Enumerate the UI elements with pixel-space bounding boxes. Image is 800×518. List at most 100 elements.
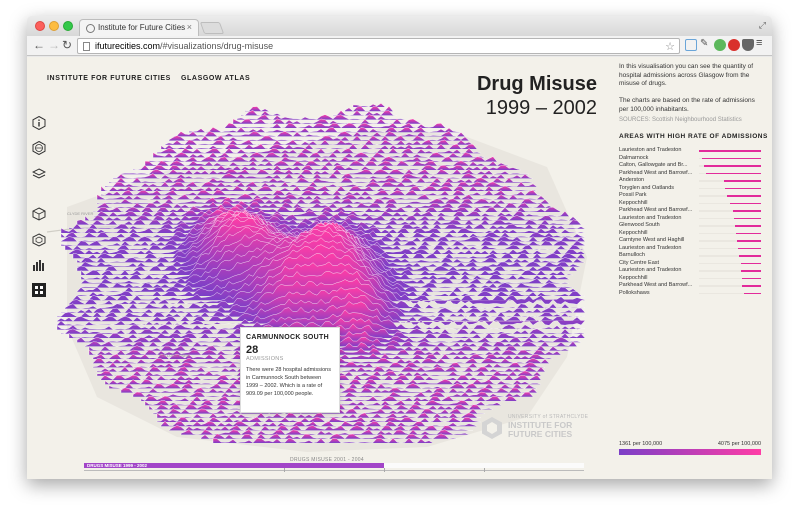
cube-icon[interactable] — [32, 207, 46, 221]
timeline-tick — [284, 468, 285, 472]
area-rate-bar — [706, 172, 761, 174]
area-rate-bar — [736, 232, 761, 234]
logo-line-2: INSTITUTE FOR FUTURE CITIES — [508, 420, 573, 439]
area-name: Toryglen and Oatlands — [619, 184, 675, 191]
area-rate-bar — [737, 240, 761, 242]
title-bar: Institute for Future Cities × ⤢ — [27, 16, 772, 36]
area-list-item[interactable]: Pollokshaws — [619, 290, 764, 298]
area-rate-bar — [725, 187, 761, 189]
area-rate-bar — [730, 202, 761, 204]
page-title: Drug Misuse — [476, 73, 597, 95]
minimize-window-button[interactable] — [49, 21, 59, 31]
ridge-line — [352, 103, 390, 108]
area-rate-bar — [726, 195, 761, 197]
area-rate-bar — [743, 292, 761, 294]
area-rate-bar — [740, 262, 761, 264]
extension-red-icon[interactable] — [728, 39, 740, 51]
url-path: /#visualizations/drug-misuse — [160, 41, 274, 51]
area-rate-bar — [733, 210, 761, 212]
area-name: Laurieston and Tradeston — [619, 147, 682, 153]
close-window-button[interactable] — [35, 21, 45, 31]
area-name: Parkhead West and Barrowf... — [619, 169, 693, 176]
tooltip-label: ADMISSIONS — [246, 356, 284, 362]
new-tab-button[interactable] — [199, 22, 225, 34]
page-content: CLYDE RIVER POLLOCK PARK INSTITUTE FOR F… — [27, 57, 772, 479]
area-rate-bar — [738, 247, 761, 249]
area-rate-bar — [733, 217, 761, 219]
maximize-window-button[interactable] — [63, 21, 73, 31]
legend-max-label: 4075 per 100,000 — [717, 441, 761, 447]
wrench-icon[interactable]: ✎ — [700, 38, 712, 50]
timeline-active-label: DRUGS MISUSE 1999 - 2002 — [87, 463, 148, 468]
cast-icon[interactable] — [685, 39, 697, 51]
area-name: Keppochhill — [619, 274, 648, 281]
area-name: Possil Park — [619, 192, 647, 198]
area-rate-bar — [699, 150, 761, 152]
bar-chart-icon[interactable] — [32, 258, 46, 272]
fullscreen-icon[interactable]: ⤢ — [759, 20, 766, 31]
area-rate-bar — [739, 255, 761, 257]
bookmark-star-icon[interactable]: ☆ — [665, 40, 675, 53]
layers-icon[interactable] — [31, 167, 47, 181]
menu-icon[interactable]: ≡ — [756, 37, 768, 49]
map-label-pollock-park: POLLOCK PARK — [159, 353, 190, 358]
area-name: Laurieston and Tradeston — [619, 214, 682, 221]
back-arrow-icon[interactable]: ← — [33, 38, 45, 52]
area-name: Dalmarnock — [619, 154, 649, 161]
reload-icon[interactable]: ↻ — [62, 38, 72, 52]
sources-text: SOURCES: Scottish Neighbourhood Statisti… — [619, 117, 742, 123]
area-name: City Centre East — [619, 259, 660, 266]
area-name: Barnulloch — [619, 252, 645, 258]
area-name: Laurieston and Tradeston — [619, 267, 682, 273]
tooltip-area-name: CARMUNNOCK SOUTH — [246, 334, 329, 341]
legend-gradient — [619, 449, 761, 455]
tooltip-description: There were 28 hospital admissions in Car… — [246, 367, 331, 397]
tooltip-value: 28 — [246, 344, 259, 356]
area-rate-bar — [702, 157, 761, 159]
area-name: Pollokshaws — [619, 289, 650, 296]
timeline-tick — [384, 468, 385, 472]
info-icon[interactable] — [32, 115, 46, 131]
timeline-tick — [484, 468, 485, 472]
grid-icon[interactable] — [32, 283, 46, 297]
cube-outline-icon[interactable] — [32, 233, 46, 247]
area-name: Glenwood South — [619, 222, 660, 228]
area-name: Anderston — [619, 177, 645, 183]
area-rate-bar — [703, 165, 761, 167]
close-tab-icon[interactable]: × — [187, 22, 192, 32]
pocket-icon[interactable] — [742, 39, 754, 51]
globe-icon[interactable] — [32, 140, 46, 156]
area-rate-bar — [734, 225, 761, 227]
timeline-axis — [84, 470, 584, 471]
address-bar[interactable]: ifuturecities.com/#visualizations/drug-m… — [77, 38, 680, 54]
brand-name[interactable]: INSTITUTE FOR FUTURE CITIES — [47, 75, 171, 82]
browser-tab[interactable]: Institute for Future Cities × — [79, 19, 199, 36]
area-name: Laurieston and Tradeston — [619, 244, 682, 251]
logo-hexagon-icon — [482, 417, 502, 439]
area-name: Calton, Gallowgate and Br... — [619, 162, 688, 168]
timeline-active-period[interactable]: DRUGS MISUSE 1999 - 2002 — [84, 463, 384, 468]
map-label-clyde-river: CLYDE RIVER — [67, 211, 93, 216]
area-rate-bar — [723, 180, 761, 182]
area-rate-bar — [742, 277, 761, 279]
intro-text: In this visualisation you can see the qu… — [619, 63, 754, 87]
info-panel: In this visualisation you can see the qu… — [619, 57, 769, 479]
ridge-line — [244, 105, 394, 112]
area-tooltip: CARMUNNOCK SOUTH 28 ADMISSIONS There wer… — [240, 327, 340, 413]
legend-min-label: 1361 per 100,000 — [619, 441, 663, 447]
page-subtitle: 1999 – 2002 — [485, 97, 597, 119]
page-icon — [83, 42, 90, 51]
area-name: Carntyne West and Haghill — [619, 237, 685, 243]
atlas-link[interactable]: GLASGOW ATLAS — [181, 75, 250, 82]
tab-title: Institute for Future Cities — [98, 23, 186, 32]
area-rate-bar — [742, 285, 761, 287]
areas-heading: AREAS WITH HIGH RATE OF ADMISSIONS — [619, 133, 768, 140]
area-name: Parkhead West and Barrowf... — [619, 282, 693, 288]
browser-toolbar: ← → ↻ ifuturecities.com/#visualizations/… — [27, 36, 772, 56]
forward-arrow-icon[interactable]: → — [48, 38, 60, 52]
rate-note-text: The charts are based on the rate of admi… — [619, 97, 755, 113]
url-host: ifuturecities.com — [95, 41, 161, 51]
extension-green-icon[interactable] — [714, 39, 726, 51]
browser-window: Institute for Future Cities × ⤢ ← → ↻ if… — [27, 16, 772, 479]
favicon-icon — [86, 24, 95, 33]
